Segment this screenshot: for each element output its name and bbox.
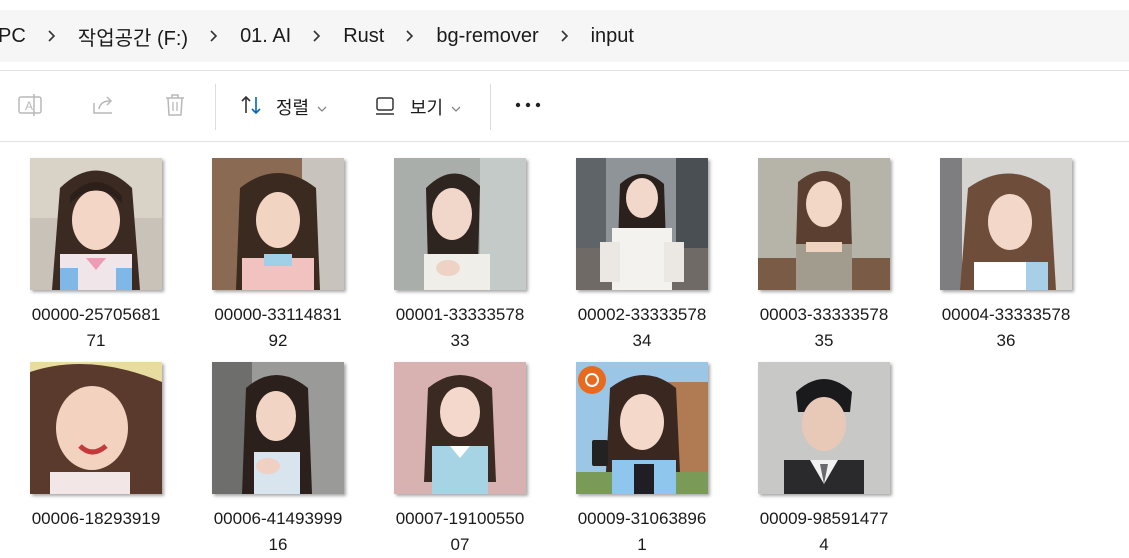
chevron-down-icon bbox=[317, 97, 327, 118]
file-name: 00002-33333578 34 bbox=[577, 305, 707, 350]
breadcrumb-item-bg-remover[interactable]: bg-remover bbox=[432, 25, 542, 48]
image-thumbnail bbox=[758, 158, 890, 290]
image-thumbnail bbox=[940, 158, 1072, 290]
divider bbox=[0, 70, 1129, 71]
file-name: 00001-33333578 33 bbox=[395, 305, 525, 350]
chevron-down-icon bbox=[451, 97, 461, 118]
toolbar-divider bbox=[215, 84, 216, 130]
breadcrumb: PC 작업공간 (F:) 01. AI Rust bg-remover inpu… bbox=[0, 10, 638, 62]
file-name: 00003-33333578 35 bbox=[759, 305, 889, 350]
toolbar-divider bbox=[490, 84, 491, 130]
file-name: 00007-19100550 07 bbox=[395, 509, 525, 554]
chevron-right-icon[interactable] bbox=[30, 10, 74, 62]
rename-icon: A bbox=[16, 91, 44, 124]
image-thumbnail bbox=[576, 158, 708, 290]
image-thumbnail bbox=[394, 362, 526, 494]
view-button[interactable]: 보기 bbox=[372, 72, 461, 142]
breadcrumb-item-input[interactable]: input bbox=[587, 25, 638, 48]
file-name: 00004-33333578 36 bbox=[941, 305, 1071, 350]
file-name: 00006-18293919 bbox=[31, 509, 161, 528]
chevron-right-icon[interactable] bbox=[543, 10, 587, 62]
image-thumbnail bbox=[576, 362, 708, 494]
sort-icon bbox=[238, 91, 266, 124]
image-thumbnail bbox=[212, 158, 344, 290]
breadcrumb-item-drive[interactable]: 작업공간 (F:) bbox=[74, 22, 192, 51]
file-name: 00006-41493999 16 bbox=[213, 509, 343, 554]
share-icon bbox=[90, 91, 118, 124]
breadcrumb-item-rust[interactable]: Rust bbox=[339, 25, 388, 48]
chevron-right-icon[interactable] bbox=[192, 10, 236, 62]
rename-button[interactable]: A bbox=[16, 72, 44, 142]
file-name: 00000-33114831 92 bbox=[214, 305, 342, 350]
more-options-button[interactable] bbox=[513, 72, 543, 142]
trash-icon bbox=[161, 91, 189, 124]
command-bar: A 정렬 보기 bbox=[0, 72, 1129, 142]
view-icon bbox=[372, 91, 400, 124]
file-name: 00009-31063896 1 bbox=[577, 509, 707, 554]
chevron-right-icon[interactable] bbox=[295, 10, 339, 62]
svg-text:A: A bbox=[25, 99, 33, 113]
image-thumbnail bbox=[212, 362, 344, 494]
breadcrumb-item-pc[interactable]: PC bbox=[0, 25, 30, 48]
sort-label: 정렬 bbox=[276, 98, 310, 118]
more-icon bbox=[513, 91, 543, 124]
chevron-right-icon[interactable] bbox=[388, 10, 432, 62]
breadcrumb-item-ai[interactable]: 01. AI bbox=[236, 25, 295, 48]
file-name: 00009-98591477 4 bbox=[759, 509, 889, 554]
share-button[interactable] bbox=[90, 72, 118, 142]
image-thumbnail bbox=[30, 158, 162, 290]
file-grid: 00000-25705681 71 00000-33114831 92 0000… bbox=[0, 142, 1129, 554]
image-thumbnail bbox=[394, 158, 526, 290]
sort-button[interactable]: 정렬 bbox=[238, 72, 327, 142]
delete-button[interactable] bbox=[161, 72, 189, 142]
image-thumbnail bbox=[758, 362, 890, 494]
address-bar-field[interactable]: PC 작업공간 (F:) 01. AI Rust bg-remover inpu… bbox=[0, 10, 1129, 62]
image-thumbnail bbox=[30, 362, 162, 494]
address-bar: PC 작업공간 (F:) 01. AI Rust bg-remover inpu… bbox=[0, 0, 1129, 72]
file-name: 00000-25705681 71 bbox=[31, 305, 161, 350]
view-label: 보기 bbox=[410, 98, 444, 118]
